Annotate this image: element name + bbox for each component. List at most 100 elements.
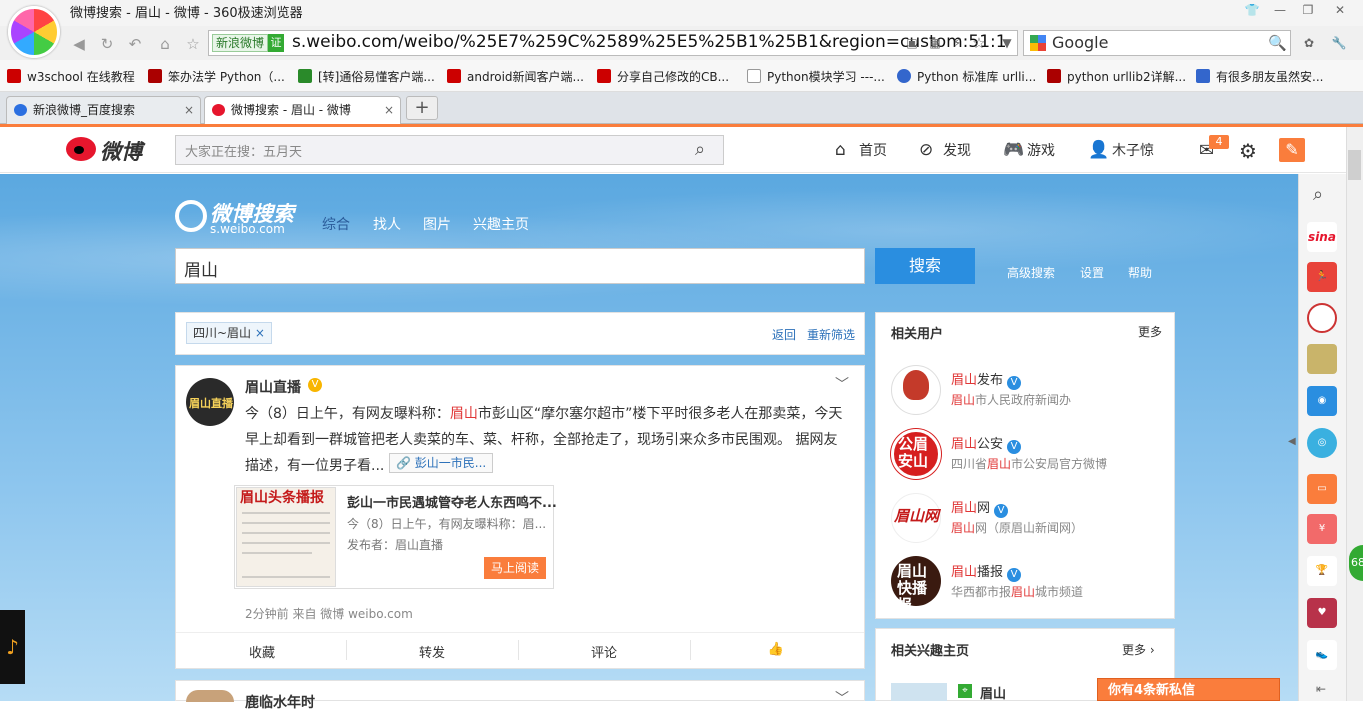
- music-note-icon[interactable]: ♪: [0, 610, 25, 684]
- trophy-app-icon[interactable]: 🏆: [1307, 556, 1337, 586]
- search-icon[interactable]: 🔍: [1268, 34, 1287, 52]
- repost-button[interactable]: 转发: [346, 642, 518, 661]
- new-tab-button[interactable]: +: [406, 96, 438, 120]
- bookmark-item[interactable]: python urllib2详解...: [1047, 68, 1186, 86]
- main-search-input[interactable]: [175, 248, 865, 284]
- private-message-notice[interactable]: 你有4条新私信: [1097, 678, 1280, 701]
- like-button[interactable]: 👍: [690, 642, 862, 657]
- back-link[interactable]: 返回: [772, 326, 796, 343]
- tab-weibo-search[interactable]: 微博搜索 - 眉山 - 微博 ×: [204, 96, 401, 124]
- weibo-logo-text[interactable]: 微博: [100, 136, 142, 166]
- sidebar-green-badge[interactable]: 68: [1349, 545, 1363, 581]
- bookmark-item[interactable]: 笨办法学 Python（...: [148, 68, 285, 86]
- avatar[interactable]: [186, 690, 234, 702]
- bookmark-item[interactable]: 分享自己修改的CB...: [597, 68, 729, 86]
- nav-home[interactable]: ⌂ 首页: [835, 140, 887, 160]
- home-icon[interactable]: ⌂: [154, 33, 176, 55]
- qr-code-icon[interactable]: ▦: [926, 34, 944, 52]
- maximize-button[interactable]: ❐: [1294, 0, 1322, 20]
- main-search-value[interactable]: 眉山: [184, 256, 218, 281]
- refilter-link[interactable]: 重新筛选: [807, 326, 855, 343]
- scrollbar-thumb[interactable]: [1348, 150, 1361, 180]
- post-author[interactable]: 眉山直播: [245, 377, 301, 397]
- screenshot-icon[interactable]: ▣: [903, 34, 921, 52]
- related-user-name[interactable]: 眉山网 V: [951, 497, 1009, 518]
- minimize-button[interactable]: —: [1266, 0, 1294, 20]
- runner-app-icon[interactable]: 🏃: [1307, 262, 1337, 292]
- tab-baidu-search[interactable]: 新浪微博_百度搜索 ×: [6, 96, 201, 124]
- weibo-movie-icon[interactable]: ◎: [1307, 428, 1337, 458]
- tools-icon[interactable]: 🔧: [1330, 34, 1348, 52]
- nav-user[interactable]: 👤 木子惊: [1088, 140, 1154, 160]
- tab-comprehensive[interactable]: 综合: [322, 214, 350, 234]
- bookmark-item[interactable]: [转]通俗易懂客户端...: [298, 68, 435, 86]
- collapse-sidebar-icon[interactable]: ⇤: [1316, 682, 1326, 696]
- skin-icon[interactable]: 👕: [1238, 0, 1266, 20]
- search-icon[interactable]: ⌕: [695, 139, 705, 160]
- bookmark-favicon: [897, 69, 911, 83]
- read-now-button[interactable]: 马上阅读: [484, 557, 546, 579]
- shoe-app-icon[interactable]: 👟: [1307, 640, 1337, 670]
- favorite-button[interactable]: 收藏: [176, 642, 348, 661]
- sina-icon[interactable]: sina: [1307, 222, 1337, 252]
- shopping-app-icon[interactable]: ▭: [1307, 474, 1337, 504]
- article-title[interactable]: 彭山一市民遇城管夺老人东西鸣不...: [347, 492, 557, 511]
- browser-logo-icon[interactable]: [8, 6, 60, 58]
- scrollbar[interactable]: [1346, 127, 1363, 701]
- temple-app-icon[interactable]: [1307, 303, 1337, 333]
- bookmark-item[interactable]: 有很多朋友虽然安...: [1196, 68, 1323, 86]
- nav-games[interactable]: 🎮 游戏: [1003, 140, 1055, 160]
- related-user-name[interactable]: 眉山播报 V: [951, 561, 1022, 582]
- url-text[interactable]: s.weibo.com/weibo/%25E7%259C%2589%25E5%2…: [292, 32, 1007, 52]
- heart-app-icon[interactable]: ♥: [1307, 598, 1337, 628]
- url-dropdown-icon[interactable]: ▼: [998, 34, 1016, 52]
- site-verified-tag[interactable]: 新浪微博: [212, 34, 269, 52]
- related-user-name[interactable]: 眉山公安 V: [951, 433, 1022, 454]
- open-platform-icon[interactable]: ◉: [1307, 386, 1337, 416]
- compose-button[interactable]: ✎: [1279, 138, 1305, 162]
- tab-close-icon[interactable]: ×: [384, 97, 394, 123]
- search-engine-label[interactable]: Google: [1052, 33, 1108, 52]
- settings-link[interactable]: 设置: [1080, 264, 1104, 281]
- bookmark-item[interactable]: w3school 在线教程: [7, 68, 135, 86]
- interest-thumbnail[interactable]: [891, 683, 947, 701]
- expand-arrow-icon[interactable]: ◀: [1288, 436, 1296, 447]
- tab-interest-pages[interactable]: 兴趣主页: [473, 214, 529, 234]
- bookmark-item[interactable]: Python模块学习 ---...: [747, 68, 885, 86]
- tab-images[interactable]: 图片: [423, 214, 451, 234]
- bookmark-star-icon[interactable]: ☆: [970, 34, 988, 52]
- refresh-icon[interactable]: ↻: [96, 33, 118, 55]
- close-window-button[interactable]: ✕: [1326, 0, 1354, 20]
- avatar-app-icon[interactable]: [1307, 344, 1337, 374]
- region-filter-tag[interactable]: 四川~眉山 ×: [186, 322, 272, 344]
- post-author[interactable]: 鹿临水年时: [245, 692, 315, 712]
- article-link-chip[interactable]: 🔗 彭山一市民...: [389, 453, 494, 473]
- bookmark-item[interactable]: android新闻客户端...: [447, 68, 584, 86]
- wallet-app-icon[interactable]: ¥: [1307, 514, 1337, 544]
- favorites-icon[interactable]: ☆: [182, 33, 204, 55]
- comment-button[interactable]: 评论: [518, 642, 690, 661]
- undo-close-icon[interactable]: ↶: [124, 33, 146, 55]
- gear-icon[interactable]: ⚙: [1239, 139, 1257, 163]
- help-link[interactable]: 帮助: [1128, 264, 1152, 281]
- related-user-name[interactable]: 眉山发布 V: [951, 369, 1022, 390]
- bookmark-item[interactable]: Python 标准库 urlli...: [897, 68, 1036, 86]
- chevron-down-icon[interactable]: ﹀: [835, 688, 849, 708]
- google-icon[interactable]: [1030, 35, 1046, 51]
- chevron-down-icon[interactable]: ﹀: [835, 374, 849, 394]
- related-users-more-link[interactable]: 更多: [1138, 323, 1162, 340]
- interest-item-name[interactable]: 眉山: [980, 683, 1006, 702]
- tab-people[interactable]: 找人: [373, 214, 401, 234]
- search-icon[interactable]: ⌕: [1313, 184, 1323, 205]
- nav-discover[interactable]: ⊘ 发现: [919, 140, 971, 160]
- extension-icon[interactable]: ✿: [1300, 34, 1318, 52]
- remove-filter-icon[interactable]: ×: [255, 326, 265, 340]
- advanced-search-link[interactable]: 高级搜索: [1007, 264, 1055, 281]
- speed-icon[interactable]: ⚡: [948, 34, 966, 52]
- tab-close-icon[interactable]: ×: [184, 97, 194, 123]
- search-button[interactable]: 搜索: [875, 248, 975, 284]
- post-time-source[interactable]: 2分钟前 来自 微博 weibo.com: [245, 605, 413, 622]
- related-interest-more-link[interactable]: 更多 ›: [1122, 641, 1155, 658]
- back-icon[interactable]: ◀: [68, 33, 90, 55]
- verified-badge-icon: V: [308, 378, 322, 392]
